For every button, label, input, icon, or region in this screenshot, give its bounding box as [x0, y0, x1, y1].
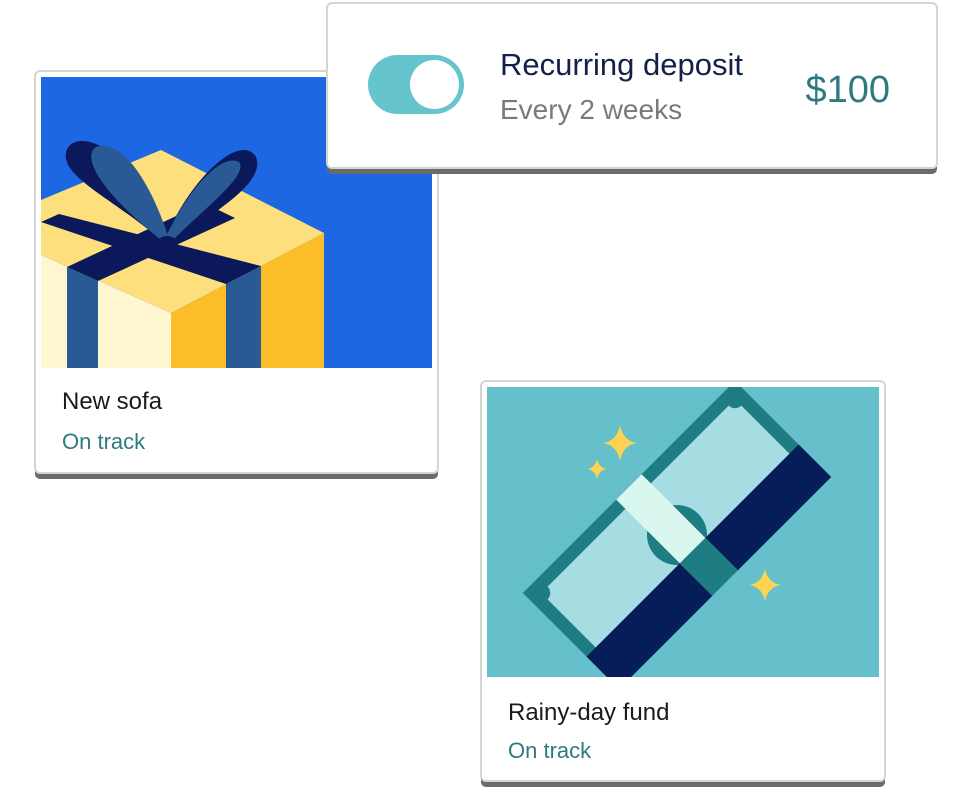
goal-status: On track: [508, 738, 592, 763]
savings-goals-stage: New sofa On track Rainy-day fund On trac…: [0, 0, 964, 796]
deposit-amount: $100: [805, 69, 890, 111]
cash-bill-sparkles-icon: [487, 387, 879, 677]
recurring-deposit-card: Recurring deposit Every 2 weeks $100: [326, 2, 938, 169]
goal-card-rainy-day-fund[interactable]: Rainy-day fund On track: [480, 380, 886, 782]
deposit-frequency: Every 2 weeks: [500, 94, 683, 125]
goal-image-rainy-day-fund: [487, 387, 879, 677]
deposit-title: Recurring deposit: [500, 47, 743, 82]
recurring-deposit-toggle[interactable]: [368, 55, 464, 114]
toggle-knob: [410, 60, 459, 109]
goal-status: On track: [62, 429, 146, 454]
goal-name: Rainy-day fund: [508, 699, 670, 726]
goal-name: New sofa: [62, 388, 163, 415]
